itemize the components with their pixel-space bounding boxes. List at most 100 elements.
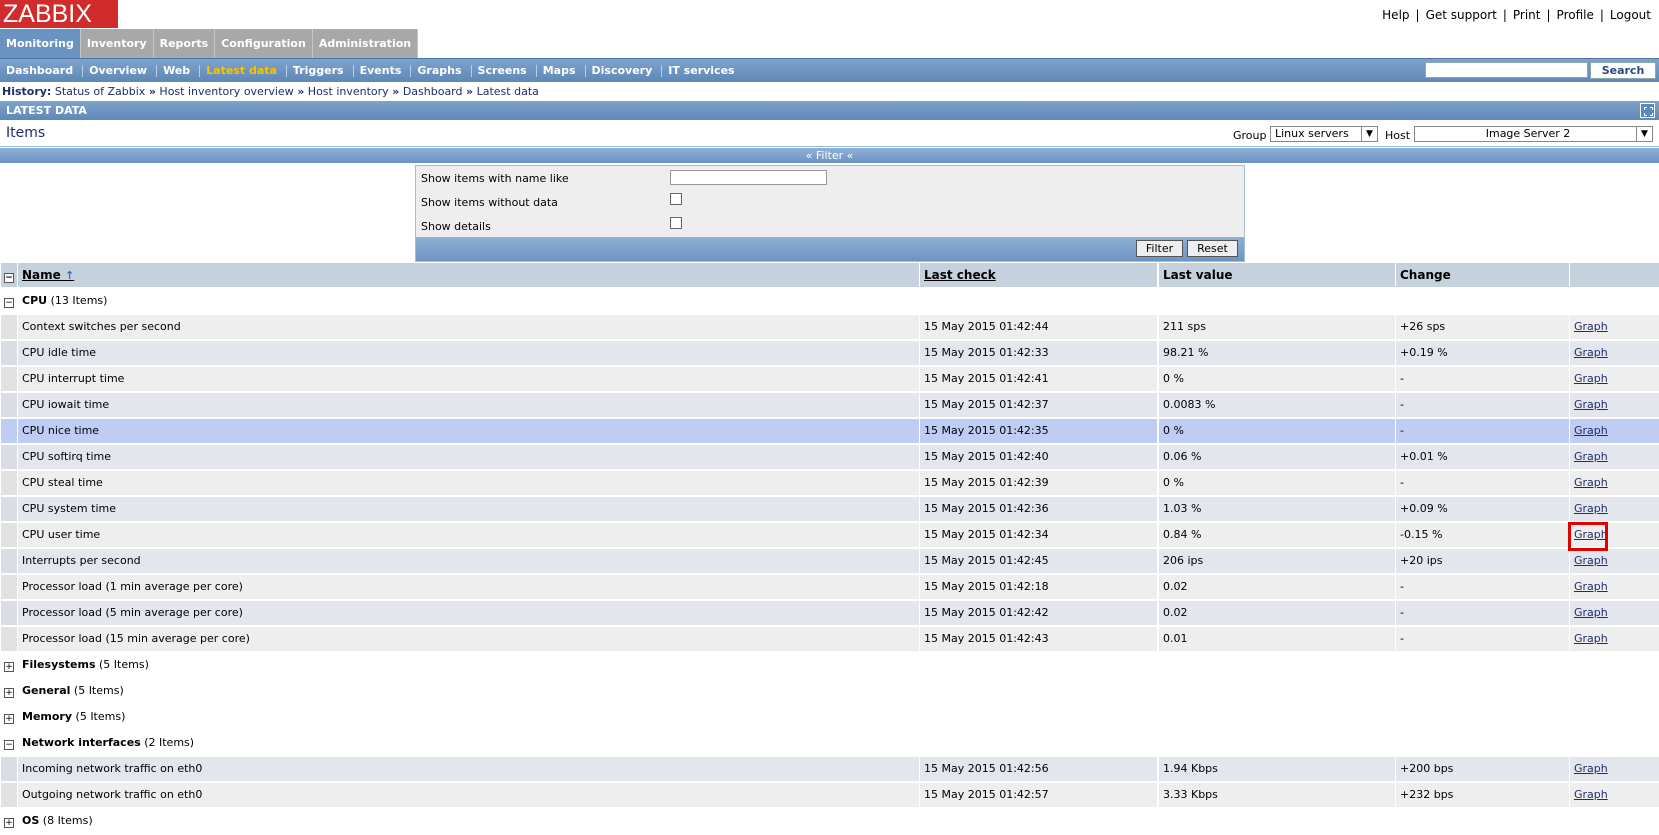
submenu-dashboard[interactable]: Dashboard: [0, 64, 84, 77]
last-check: 15 May 2015 01:42:40: [920, 445, 1157, 469]
group-select[interactable]: Linux servers ▼: [1270, 126, 1378, 142]
row-gutter: [1, 445, 17, 469]
collapse-all-icon[interactable]: −: [1, 263, 17, 287]
item-name: Processor load (15 min average per core): [18, 627, 919, 651]
submenu-triggers[interactable]: Triggers: [287, 64, 354, 77]
group-name: General: [22, 684, 71, 697]
history-item[interactable]: Dashboard: [403, 85, 463, 98]
group-label[interactable]: General (5 Items): [18, 679, 1659, 703]
row-actions: Graph: [1570, 341, 1659, 365]
change-value: +20 ips: [1396, 549, 1569, 573]
expand-icon[interactable]: +: [1, 679, 17, 703]
host-select-value: Image Server 2: [1485, 127, 1571, 140]
submenu-latest-data[interactable]: Latest data: [200, 64, 287, 77]
group-label[interactable]: Filesystems (5 Items): [18, 653, 1659, 677]
fullscreen-icon[interactable]: [1640, 103, 1655, 118]
last-check: 15 May 2015 01:42:34: [920, 523, 1157, 547]
menu-monitoring[interactable]: Monitoring: [0, 29, 81, 58]
help-link[interactable]: Help: [1382, 8, 1409, 22]
row-gutter: [1, 315, 17, 339]
graph-link[interactable]: Graph: [1574, 788, 1608, 801]
submenu-graphs[interactable]: Graphs: [411, 64, 472, 77]
filter-toggle[interactable]: « Filter «: [0, 148, 1659, 163]
expand-icon[interactable]: +: [1, 809, 17, 833]
last-check: 15 May 2015 01:42:41: [920, 367, 1157, 391]
print-link[interactable]: Print: [1513, 8, 1541, 22]
row-actions: Graph: [1570, 575, 1659, 599]
history-item[interactable]: Status of Zabbix: [55, 85, 145, 98]
graph-link[interactable]: Graph: [1574, 528, 1608, 541]
item-name: CPU softirq time: [18, 445, 919, 469]
collapse-icon[interactable]: −: [1, 289, 17, 313]
host-select[interactable]: Image Server 2 ▼: [1414, 126, 1653, 142]
graph-link[interactable]: Graph: [1574, 580, 1608, 593]
reset-button[interactable]: Reset: [1187, 240, 1238, 257]
name-like-input[interactable]: [670, 170, 827, 185]
row-gutter: [1, 471, 17, 495]
zabbix-logo[interactable]: ZABBIX: [0, 0, 118, 28]
row-gutter: [1, 627, 17, 651]
row-actions: Graph: [1570, 445, 1659, 469]
item-name: Interrupts per second: [18, 549, 919, 573]
graph-link[interactable]: Graph: [1574, 372, 1608, 385]
graph-link[interactable]: Graph: [1574, 320, 1608, 333]
logout-link[interactable]: Logout: [1610, 8, 1651, 22]
group-label[interactable]: OS (8 Items): [18, 809, 1659, 833]
submenu-web[interactable]: Web: [157, 64, 201, 77]
menu-administration[interactable]: Administration: [312, 29, 419, 58]
history-item[interactable]: Host inventory: [308, 85, 389, 98]
group-label[interactable]: Network interfaces (2 Items): [18, 731, 1659, 755]
change-value: -: [1396, 367, 1569, 391]
graph-link[interactable]: Graph: [1574, 606, 1608, 619]
last-value: 3.33 Kbps: [1159, 783, 1395, 807]
search-button[interactable]: Search: [1590, 62, 1656, 79]
graph-link[interactable]: Graph: [1574, 450, 1608, 463]
search-input[interactable]: [1425, 62, 1588, 78]
graph-link[interactable]: Graph: [1574, 398, 1608, 411]
history-label: History:: [2, 85, 52, 98]
column-name-header[interactable]: Name ↑: [18, 263, 919, 287]
history-item[interactable]: Host inventory overview: [159, 85, 293, 98]
expand-icon[interactable]: +: [1, 705, 17, 729]
menu-configuration[interactable]: Configuration: [215, 29, 313, 58]
group-label[interactable]: CPU (13 Items): [18, 289, 1659, 313]
show-details-checkbox[interactable]: [670, 217, 682, 229]
table-row: CPU user time 15 May 2015 01:42:34 0.84 % -…: [0, 523, 1659, 547]
without-data-checkbox[interactable]: [670, 193, 682, 205]
get-support-link[interactable]: Get support: [1426, 8, 1497, 22]
submenu-discovery[interactable]: Discovery: [586, 64, 663, 77]
filter-footer: Filter Reset: [416, 237, 1244, 261]
submenu-it-services[interactable]: IT services: [662, 64, 743, 77]
expand-icon[interactable]: +: [1, 653, 17, 677]
item-name: Outgoing network traffic on eth0: [18, 783, 919, 807]
row-gutter: [1, 757, 17, 781]
collapse-icon[interactable]: −: [1, 731, 17, 755]
submenu-events[interactable]: Events: [354, 64, 412, 77]
history-item[interactable]: Latest data: [477, 85, 539, 98]
graph-link[interactable]: Graph: [1574, 476, 1608, 489]
group-label[interactable]: Memory (5 Items): [18, 705, 1659, 729]
row-actions: Graph: [1570, 393, 1659, 417]
graph-link[interactable]: Graph: [1574, 346, 1608, 359]
last-check: 15 May 2015 01:42:43: [920, 627, 1157, 651]
name-like-label: Show items with name like: [421, 172, 569, 185]
submenu-screens[interactable]: Screens: [472, 64, 537, 77]
item-name: CPU system time: [18, 497, 919, 521]
menu-inventory[interactable]: Inventory: [80, 29, 154, 58]
column-last-check-header[interactable]: Last check: [920, 263, 1157, 287]
row-gutter: [1, 523, 17, 547]
menu-reports[interactable]: Reports: [153, 29, 216, 58]
profile-link[interactable]: Profile: [1557, 8, 1594, 22]
last-check: 15 May 2015 01:42:18: [920, 575, 1157, 599]
graph-link[interactable]: Graph: [1574, 502, 1608, 515]
group-select-value: Linux servers: [1275, 127, 1349, 140]
submenu-maps[interactable]: Maps: [537, 64, 586, 77]
last-check: 15 May 2015 01:42:36: [920, 497, 1157, 521]
filter-button[interactable]: Filter: [1136, 240, 1183, 257]
graph-link[interactable]: Graph: [1574, 424, 1608, 437]
submenu-overview[interactable]: Overview: [83, 64, 158, 77]
graph-link[interactable]: Graph: [1574, 554, 1608, 567]
graph-link[interactable]: Graph: [1574, 632, 1608, 645]
column-last-value-header: Last value: [1159, 263, 1395, 287]
graph-link[interactable]: Graph: [1574, 762, 1608, 775]
